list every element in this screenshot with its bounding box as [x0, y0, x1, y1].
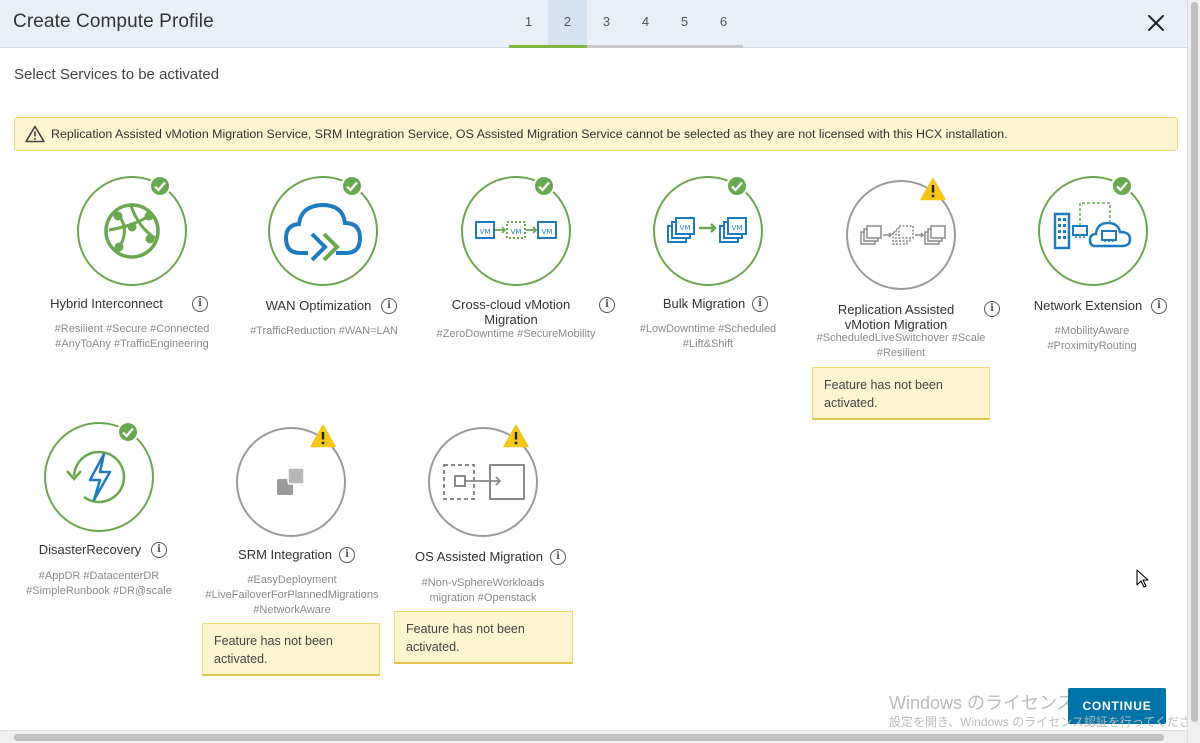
horizontal-scrollbar[interactable]	[0, 730, 1187, 743]
check-icon	[149, 175, 171, 197]
step-2[interactable]: 2	[548, 0, 587, 48]
info-icon[interactable]: i	[599, 297, 615, 313]
section-subtitle: Select Services to be activated	[14, 66, 220, 83]
service-tags: #AppDR #DatacenterDR #SimpleRunbook #DR@s…	[26, 570, 172, 597]
vertical-scrollbar[interactable]	[1187, 0, 1200, 743]
check-icon	[117, 421, 139, 443]
service-name: Cross-cloud vMotion Migration	[451, 297, 571, 327]
service-name: SRM Integration	[238, 547, 332, 562]
disaster-recovery-tile[interactable]	[44, 422, 154, 532]
svg-text:VM: VM	[480, 228, 491, 236]
wan-optimization-tile[interactable]	[268, 176, 378, 286]
check-icon	[341, 175, 363, 197]
check-icon	[726, 175, 748, 197]
service-tags: #LowDowntime #Scheduled #Lift&Shift	[639, 323, 777, 350]
dialog-title: Create Compute Profile	[13, 11, 214, 32]
service-tags: #ZeroDowntime #SecureMobility	[436, 328, 596, 340]
service-name: Hybrid Interconnect	[50, 296, 163, 311]
check-icon	[533, 175, 555, 197]
service-tags: #TrafficReduction #WAN=LAN	[250, 325, 398, 337]
vm-to-vm-icon: VM VM VM	[475, 221, 557, 239]
hybrid-interconnect-tile[interactable]	[77, 176, 187, 286]
bulk-migration-tile[interactable]: VM VM	[653, 176, 763, 286]
horizontal-scroll-thumb[interactable]	[14, 734, 1164, 741]
step-3[interactable]: 3	[587, 0, 626, 48]
windows-activation-hint: 設定を開き、Windows のライセンス認証を行ってください。	[889, 715, 1200, 729]
step-1[interactable]: 1	[509, 0, 548, 48]
cross-cloud-vmotion-tile[interactable]: VM VM VM	[461, 176, 571, 286]
svg-text:VM: VM	[680, 224, 691, 232]
service-tags: #EasyDeployment #LiveFailoverForPlannedMi…	[205, 574, 379, 616]
service-tags: #MobilityAware #ProximityRouting	[1047, 325, 1137, 352]
svg-text:VM: VM	[732, 224, 743, 232]
info-icon[interactable]: i	[381, 298, 397, 314]
service-name: Network Extension	[1033, 298, 1143, 313]
svg-text:VM: VM	[542, 228, 553, 236]
info-icon[interactable]: i	[752, 296, 768, 312]
not-activated-note: Feature has not been activated.	[394, 611, 573, 664]
close-icon[interactable]	[1145, 12, 1167, 34]
warning-triangle-icon	[25, 125, 45, 143]
service-name: WAN Optimization	[265, 298, 372, 313]
globe-network-icon	[104, 203, 160, 259]
info-icon[interactable]: i	[151, 542, 167, 558]
service-tags: #Non-vSphereWorkloads migration #Openstac…	[421, 577, 545, 604]
info-icon[interactable]: i	[192, 296, 208, 312]
step-5[interactable]: 5	[665, 0, 704, 48]
mouse-cursor-icon	[1136, 569, 1150, 594]
info-icon[interactable]: i	[550, 549, 566, 565]
vertical-scroll-thumb[interactable]	[1191, 2, 1198, 722]
not-activated-note: Feature has not been activated.	[812, 367, 990, 420]
service-tags: #Resilient #Secure #Connected #AnyToAny #…	[54, 323, 210, 350]
warning-icon	[503, 424, 529, 448]
warning-icon	[920, 177, 946, 201]
info-icon[interactable]: i	[1151, 298, 1167, 314]
step-6[interactable]: 6	[704, 0, 743, 48]
check-icon	[1111, 175, 1133, 197]
not-activated-note: Feature has not been activated.	[202, 623, 380, 676]
service-name: DisasterRecovery	[38, 542, 142, 557]
info-icon[interactable]: i	[984, 301, 1000, 317]
svg-text:VM: VM	[511, 228, 522, 236]
wizard-steps: 1 2 3 4 5 6	[509, 0, 743, 48]
service-tags: #ScheduledLiveSwitchover #Scale #Resilien…	[816, 332, 986, 359]
service-name: Bulk Migration	[662, 296, 746, 311]
service-name: OS Assisted Migration	[415, 549, 543, 564]
dialog-header: Create Compute Profile 1 2 3 4 5 6	[0, 0, 1187, 48]
info-icon[interactable]: i	[339, 547, 355, 563]
alert-message: Replication Assisted vMotion Migration S…	[51, 127, 1008, 141]
network-extension-tile[interactable]	[1038, 176, 1148, 286]
step-4[interactable]: 4	[626, 0, 665, 48]
license-warning-banner: Replication Assisted vMotion Migration S…	[14, 117, 1178, 151]
warning-icon	[310, 424, 336, 448]
service-name: Replication Assisted vMotion Migration	[837, 302, 955, 332]
